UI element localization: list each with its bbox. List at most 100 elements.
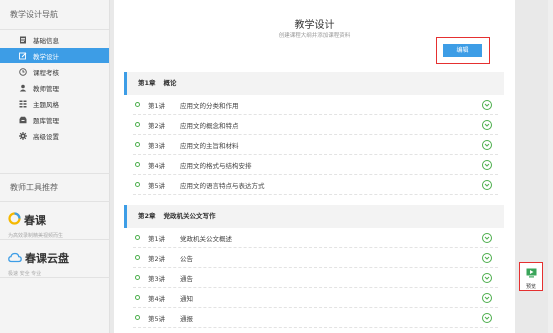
lesson-number: 第4讲 xyxy=(148,161,166,170)
lesson-item[interactable]: 第5讲 通报 xyxy=(133,308,498,328)
lesson-title: 应用文的语言特点与表达方式 xyxy=(180,181,265,190)
tools-title: 教师工具推荐 xyxy=(0,174,110,202)
clock-icon xyxy=(19,67,27,76)
sidebar-item-label: 课程考核 xyxy=(33,68,59,77)
chapter-title: 党政机关公文写作 xyxy=(163,212,216,220)
sidebar-item-basic-info[interactable]: 基础信息 xyxy=(0,32,109,47)
sidebar: 教学设计导航 基础信息 教学设计 课程考核 教师管理 主题风格 题库管理 高级设… xyxy=(0,0,110,333)
chapter: 第2章 党政机关公文写作 第1讲 党政机关公文概述 第2讲 公告 第3讲 通告 第4讲通… xyxy=(124,205,504,328)
teacher-tools-section: 教师工具推荐 春课 为高效录制精美视频而生 春课云盘 极速 安全 专业 xyxy=(0,173,110,278)
lesson-number: 第3讲 xyxy=(148,141,166,150)
cloud-icon xyxy=(8,248,22,267)
lesson-item[interactable]: 第5讲 应用文的语言特点与表达方式 xyxy=(133,175,498,195)
chapter-number: 第1章 xyxy=(138,79,156,87)
sidebar-item-question-bank[interactable]: 题库管理 xyxy=(0,112,109,127)
lesson-title: 公告 xyxy=(180,254,193,263)
lesson-dot-icon xyxy=(135,275,140,280)
sidebar-item-label: 高级设置 xyxy=(33,132,59,141)
sidebar-item-label: 教师管理 xyxy=(33,84,59,93)
lesson-number: 第4讲 xyxy=(148,294,166,303)
gear-icon xyxy=(19,131,27,140)
chevron-down-icon[interactable] xyxy=(482,140,492,150)
tool-subtitle: 为高效录制精美视频而生 xyxy=(8,233,64,239)
tool-name: 春课 xyxy=(24,213,46,227)
lesson-item[interactable]: 第3讲 应用文的主旨和材料 xyxy=(133,135,498,155)
lesson-title: 通报 xyxy=(180,314,193,323)
lesson-title: 应用文的格式与结构安排 xyxy=(180,161,252,170)
lesson-title: 通告 xyxy=(180,274,193,283)
tool-chunke-cloud[interactable]: 春课云盘 极速 安全 专业 xyxy=(0,240,110,278)
edit-button[interactable]: 编辑 xyxy=(443,44,482,57)
nav-list: 基础信息 教学设计 课程考核 教师管理 主题风格 题库管理 高级设置 xyxy=(0,30,109,143)
lesson-number: 第5讲 xyxy=(148,314,166,323)
archive-icon xyxy=(19,116,27,124)
preview-label: 预览 xyxy=(525,284,536,290)
lesson-dot-icon xyxy=(135,315,140,320)
chevron-down-icon[interactable] xyxy=(482,100,492,110)
lesson-dot-icon xyxy=(135,182,140,187)
chevron-down-icon[interactable] xyxy=(482,293,492,303)
sidebar-item-label: 教学设计 xyxy=(33,52,59,61)
lesson-title: 应用文的概念和特点 xyxy=(180,121,239,130)
lesson-number: 第2讲 xyxy=(148,254,166,263)
scrollbar[interactable] xyxy=(548,0,553,333)
lesson-dot-icon xyxy=(135,162,140,167)
nav-title: 教学设计导航 xyxy=(0,0,109,30)
lesson-number: 第1讲 xyxy=(148,234,166,243)
tool-subtitle: 极速 安全 专业 xyxy=(8,271,42,277)
lesson-number: 第2讲 xyxy=(148,121,166,130)
lesson-title: 应用文的分类和作用 xyxy=(180,101,239,110)
chevron-down-icon[interactable] xyxy=(482,273,492,283)
sidebar-item-label: 主题风格 xyxy=(33,100,59,109)
chapter-title: 概论 xyxy=(163,79,177,87)
chevron-down-icon[interactable] xyxy=(482,313,492,323)
chapter-header[interactable]: 第1章 概论 xyxy=(124,72,504,95)
lesson-dot-icon xyxy=(135,122,140,127)
chevron-down-icon[interactable] xyxy=(482,253,492,263)
grid-icon xyxy=(19,100,27,108)
sidebar-item-label: 题库管理 xyxy=(33,116,59,125)
edit-icon xyxy=(19,52,27,60)
lesson-title: 党政机关公文概述 xyxy=(180,234,232,243)
chevron-down-icon[interactable] xyxy=(482,120,492,130)
lesson-item[interactable]: 第2讲 应用文的概念和特点 xyxy=(133,115,498,135)
lesson-item[interactable]: 第2讲 公告 xyxy=(133,248,498,268)
chapter: 第1章 概论 第1讲 应用文的分类和作用 第2讲 应用文的概念和特点 第3讲 应用文的主… xyxy=(124,72,504,195)
lesson-dot-icon xyxy=(135,102,140,107)
sidebar-item-course-assessment[interactable]: 课程考核 xyxy=(0,64,109,79)
lesson-dot-icon xyxy=(135,142,140,147)
chevron-down-icon[interactable] xyxy=(482,233,492,243)
sidebar-item-label: 基础信息 xyxy=(33,36,59,45)
document-icon xyxy=(19,36,27,44)
lesson-title: 应用文的主旨和材料 xyxy=(180,141,239,150)
lesson-item[interactable]: 第4讲 通知 xyxy=(133,288,498,308)
lesson-item[interactable]: 第3讲 通告 xyxy=(133,268,498,288)
chapter-header[interactable]: 第2章 党政机关公文写作 xyxy=(124,205,504,228)
lesson-dot-icon xyxy=(135,235,140,240)
lesson-title: 通知 xyxy=(180,294,193,303)
tool-chunke[interactable]: 春课 为高效录制精美视频而生 xyxy=(0,202,110,240)
chevron-down-icon[interactable] xyxy=(482,180,492,190)
lesson-dot-icon xyxy=(135,255,140,260)
lesson-item[interactable]: 第4讲 应用文的格式与结构安排 xyxy=(133,155,498,175)
lesson-item[interactable]: 第1讲 应用文的分类和作用 xyxy=(133,95,498,115)
user-icon xyxy=(19,84,27,92)
lesson-dot-icon xyxy=(135,295,140,300)
chapter-number: 第2章 xyxy=(138,212,156,220)
sidebar-item-teacher-management[interactable]: 教师管理 xyxy=(0,80,109,95)
main-panel: 教学设计 创建课程大纲并添加课程资料 编辑 第1章 概论 第1讲 应用文的分类和作用… xyxy=(114,0,515,333)
lesson-number: 第5讲 xyxy=(148,181,166,190)
sidebar-item-theme-style[interactable]: 主题风格 xyxy=(0,96,109,111)
sidebar-item-teaching-design[interactable]: 教学设计 xyxy=(0,48,109,63)
sidebar-item-advanced-settings[interactable]: 高级设置 xyxy=(0,128,109,143)
edit-button-highlight: 编辑 xyxy=(436,37,490,64)
lesson-number: 第1讲 xyxy=(148,101,166,110)
chunke-logo-icon xyxy=(8,210,21,229)
tool-name: 春课云盘 xyxy=(25,251,69,265)
page-title: 教学设计 xyxy=(294,20,335,31)
lesson-item[interactable]: 第1讲 党政机关公文概述 xyxy=(133,228,498,248)
chevron-down-icon[interactable] xyxy=(482,160,492,170)
preview-icon xyxy=(526,263,537,282)
lesson-number: 第3讲 xyxy=(148,274,166,283)
preview-button[interactable]: 预览 xyxy=(519,262,543,291)
